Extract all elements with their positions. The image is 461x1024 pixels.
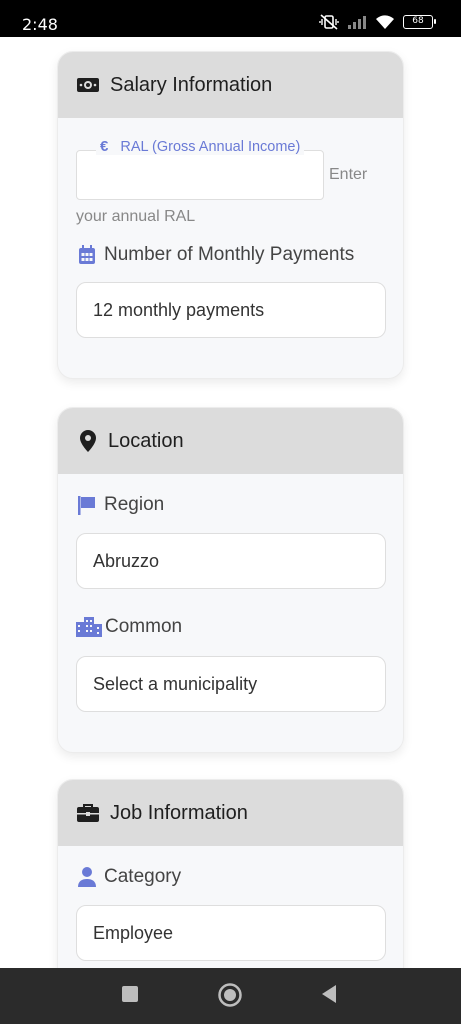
- flag-icon: [76, 494, 98, 516]
- square-icon: [122, 986, 138, 1002]
- ral-help-text-1: Enter: [329, 166, 368, 183]
- location-card-title: Location: [108, 429, 184, 452]
- municipality-select[interactable]: Select a municipality: [76, 656, 386, 712]
- salary-card: Salary Information € RAL (Gross Annual I…: [57, 51, 404, 379]
- region-select[interactable]: Abruzzo: [76, 533, 386, 589]
- briefcase-icon: [76, 801, 100, 825]
- salary-card-header: Salary Information: [58, 52, 403, 118]
- location-card-header: Location: [58, 408, 403, 474]
- home-circle-icon: [218, 983, 242, 1007]
- region-label: Region: [76, 494, 164, 516]
- job-card-header: Job Information: [58, 780, 403, 846]
- city-icon: [76, 616, 102, 638]
- status-icons: 68: [319, 14, 436, 30]
- common-label: Common: [76, 616, 182, 638]
- common-label-text: Common: [105, 616, 183, 637]
- wifi-icon: [375, 14, 395, 30]
- form-content[interactable]: Salary Information € RAL (Gross Annual I…: [0, 37, 461, 968]
- home-button[interactable]: [217, 982, 243, 1008]
- back-button[interactable]: [319, 984, 339, 1004]
- vibrate-off-icon: [319, 14, 339, 30]
- battery-icon: 68: [403, 15, 436, 29]
- status-time: 2:48: [22, 15, 58, 34]
- payments-label: Number of Monthly Payments: [76, 244, 354, 266]
- ral-help-text-2: your annual RAL: [76, 208, 196, 225]
- calendar-icon: [76, 244, 98, 266]
- euro-icon: €: [100, 138, 109, 155]
- category-label: Category: [76, 866, 181, 888]
- user-icon: [76, 866, 98, 888]
- back-triangle-icon: [322, 985, 336, 1003]
- navigation-bar: [0, 968, 461, 1024]
- ral-label: € RAL (Gross Annual Income): [96, 138, 305, 155]
- job-card: Job Information Category Employee: [57, 779, 404, 968]
- salary-card-title: Salary Information: [110, 73, 273, 96]
- payments-label-text: Number of Monthly Payments: [104, 244, 355, 265]
- region-label-text: Region: [104, 494, 165, 515]
- category-label-text: Category: [104, 866, 182, 887]
- category-select[interactable]: Employee: [76, 905, 386, 961]
- money-icon: [76, 73, 100, 97]
- location-card: Location Region Abruzzo Common Select a …: [57, 407, 404, 753]
- ral-input[interactable]: [76, 150, 324, 200]
- recents-button[interactable]: [120, 984, 140, 1004]
- ral-label-text: RAL (Gross Annual Income): [120, 138, 301, 155]
- status-bar: 2:48 68: [0, 0, 461, 37]
- payments-select[interactable]: 12 monthly payments: [76, 282, 386, 338]
- signal-icon: [347, 15, 367, 29]
- job-card-title: Job Information: [110, 801, 248, 824]
- map-pin-icon: [76, 429, 100, 453]
